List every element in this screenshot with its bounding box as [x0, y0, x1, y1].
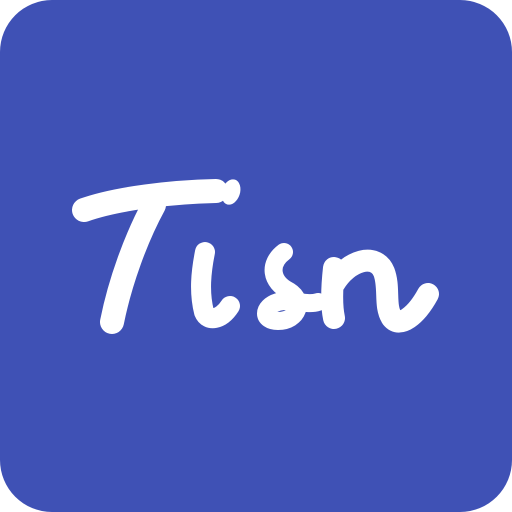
logo-letter-s — [257, 243, 327, 330]
app-icon — [0, 0, 512, 512]
tisn-logo-icon — [72, 179, 439, 334]
logo-letter-n — [321, 249, 439, 333]
logo-letter-i-stem — [191, 242, 240, 329]
logo-letter-t-stem — [100, 193, 166, 334]
